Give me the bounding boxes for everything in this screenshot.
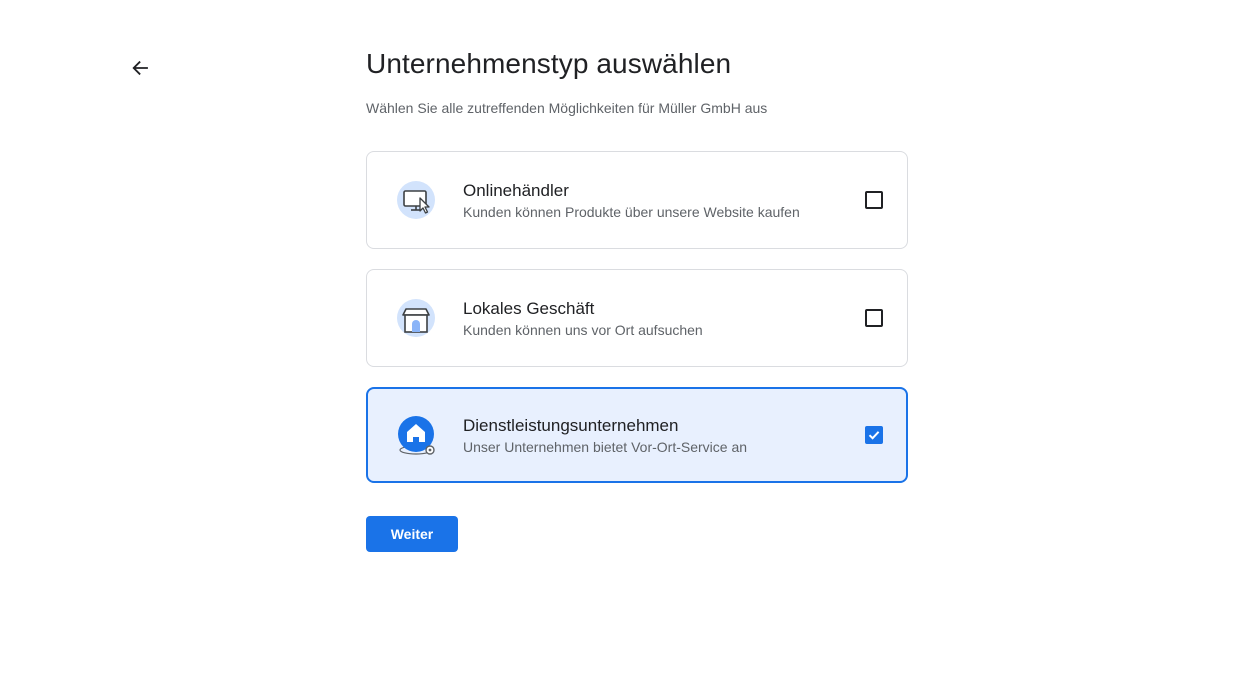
option-text: Lokales Geschäft Kunden können uns vor O… — [463, 298, 703, 340]
option-title: Dienstleistungsunternehmen — [463, 416, 679, 435]
online-store-monitor-icon — [395, 179, 437, 221]
arrow-left-icon — [130, 58, 150, 83]
page-title: Unternehmenstyp auswählen — [366, 48, 732, 79]
option-text: Dienstleistungsunternehmen Unser Unterne… — [463, 415, 747, 457]
option-local-store[interactable]: Lokales Geschäft Kunden können uns vor O… — [366, 269, 908, 367]
option-title: Lokales Geschäft — [463, 299, 595, 318]
checkmark-icon — [868, 431, 880, 440]
business-type-options: Onlinehändler Kunden können Produkte übe… — [366, 151, 908, 483]
option-text: Onlinehändler Kunden können Produkte übe… — [463, 180, 800, 222]
back-button[interactable] — [124, 54, 156, 86]
option-service-business[interactable]: Dienstleistungsunternehmen Unser Unterne… — [366, 387, 908, 483]
option-description: Kunden können Produkte über unsere Websi… — [463, 204, 800, 220]
main-content: Unternehmenstyp auswählen Wählen Sie all… — [366, 44, 908, 552]
option-online-retailer[interactable]: Onlinehändler Kunden können Produkte übe… — [366, 151, 908, 249]
option-description: Kunden können uns vor Ort aufsuchen — [463, 322, 703, 338]
checkbox-service-business[interactable] — [865, 426, 883, 444]
option-description: Unser Unternehmen bietet Vor-Ort-Service… — [463, 439, 748, 455]
checkbox-local-store[interactable] — [865, 309, 883, 327]
checkbox-online-retailer[interactable] — [865, 191, 883, 209]
local-store-icon — [395, 297, 437, 339]
page-subtitle: Wählen Sie alle zutreffenden Möglichkeit… — [366, 100, 768, 116]
service-area-home-icon — [395, 414, 437, 456]
next-button[interactable]: Weiter — [366, 516, 458, 552]
option-title: Onlinehändler — [463, 181, 569, 200]
